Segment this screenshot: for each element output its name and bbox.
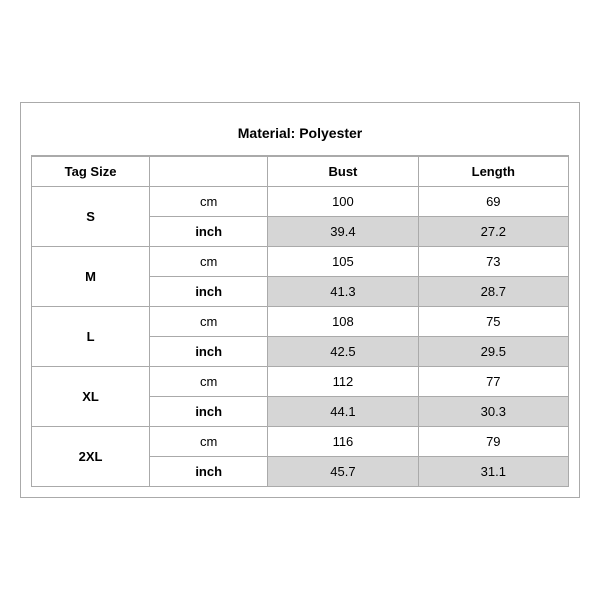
- table-row: 2XLcm11679: [32, 427, 569, 457]
- table-row: Lcm10875: [32, 307, 569, 337]
- length-inch: 29.5: [418, 337, 568, 367]
- bust-inch: 45.7: [268, 457, 418, 487]
- size-table: Tag Size Bust Length Scm10069inch39.427.…: [31, 156, 569, 487]
- bust-cm: 100: [268, 187, 418, 217]
- unit-inch: inch: [150, 217, 268, 247]
- header-bust: Bust: [268, 157, 418, 187]
- unit-inch: inch: [150, 457, 268, 487]
- bust-inch: 42.5: [268, 337, 418, 367]
- length-cm: 75: [418, 307, 568, 337]
- length-inch: 28.7: [418, 277, 568, 307]
- table-row: XLcm11277: [32, 367, 569, 397]
- bust-cm: 108: [268, 307, 418, 337]
- bust-inch: 39.4: [268, 217, 418, 247]
- unit-cm: cm: [150, 247, 268, 277]
- length-cm: 69: [418, 187, 568, 217]
- length-cm: 79: [418, 427, 568, 457]
- unit-inch: inch: [150, 337, 268, 367]
- unit-inch: inch: [150, 277, 268, 307]
- unit-cm: cm: [150, 367, 268, 397]
- size-cell: S: [32, 187, 150, 247]
- length-inch: 30.3: [418, 397, 568, 427]
- chart-title: Material: Polyester: [31, 113, 569, 156]
- size-cell: L: [32, 307, 150, 367]
- length-cm: 77: [418, 367, 568, 397]
- size-chart-container: Material: Polyester Tag Size Bust Length…: [20, 102, 580, 498]
- header-tag-size: Tag Size: [32, 157, 150, 187]
- length-cm: 73: [418, 247, 568, 277]
- length-inch: 31.1: [418, 457, 568, 487]
- header-length: Length: [418, 157, 568, 187]
- size-cell: M: [32, 247, 150, 307]
- header-unit: [150, 157, 268, 187]
- bust-cm: 116: [268, 427, 418, 457]
- length-inch: 27.2: [418, 217, 568, 247]
- bust-cm: 112: [268, 367, 418, 397]
- unit-cm: cm: [150, 427, 268, 457]
- unit-inch: inch: [150, 397, 268, 427]
- size-cell: XL: [32, 367, 150, 427]
- bust-inch: 41.3: [268, 277, 418, 307]
- size-cell: 2XL: [32, 427, 150, 487]
- unit-cm: cm: [150, 307, 268, 337]
- bust-inch: 44.1: [268, 397, 418, 427]
- unit-cm: cm: [150, 187, 268, 217]
- table-row: Scm10069: [32, 187, 569, 217]
- table-row: Mcm10573: [32, 247, 569, 277]
- bust-cm: 105: [268, 247, 418, 277]
